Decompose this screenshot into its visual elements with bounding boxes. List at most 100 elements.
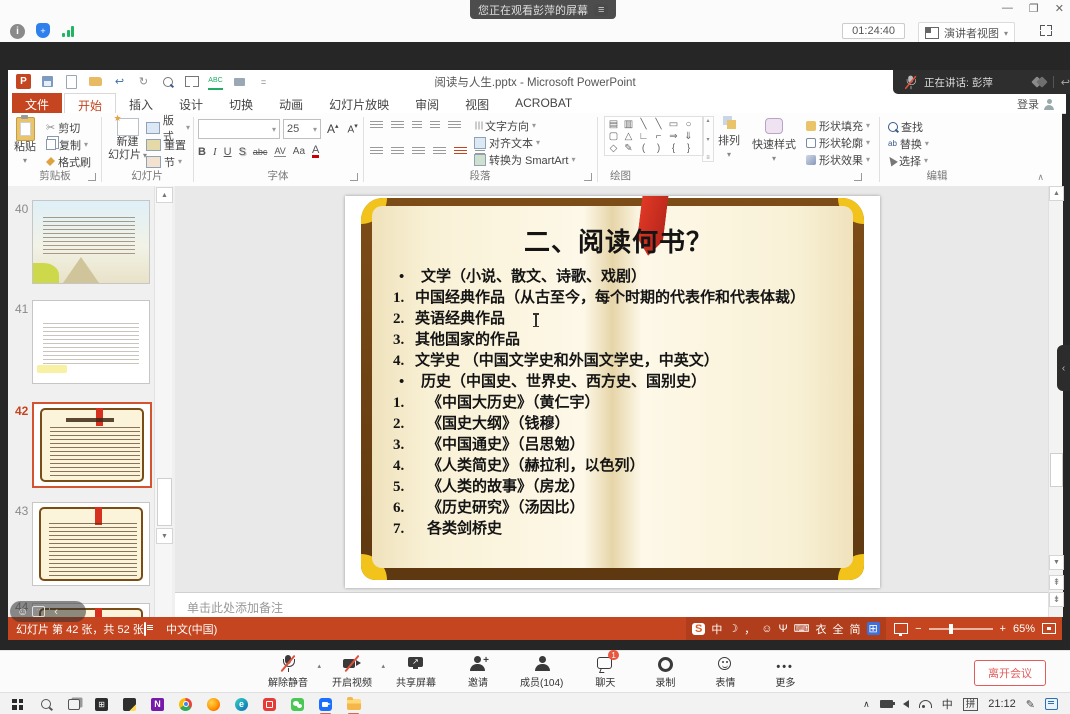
align-left-button[interactable]	[370, 147, 383, 156]
start-button[interactable]	[10, 697, 25, 712]
meeting-info-icon[interactable]: i	[10, 24, 25, 39]
replace-button[interactable]: ab替换▾	[888, 135, 929, 152]
floating-reaction-bar[interactable]: ☺ ·· ‹	[10, 601, 86, 622]
italic-button[interactable]: I	[213, 146, 217, 158]
shape-effects-button[interactable]: 形状效果▾	[806, 151, 870, 168]
scroll-up-button[interactable]: ▲	[1049, 186, 1064, 201]
change-case-button[interactable]: Aa	[293, 146, 305, 157]
grow-font-button[interactable]: A▴	[324, 122, 342, 136]
font-size-combo[interactable]: 25▾	[283, 119, 321, 139]
text-shadow-button[interactable]: S	[239, 146, 246, 158]
speaker-icon[interactable]	[903, 700, 909, 708]
shapes-scroll-down[interactable]: ▾	[706, 136, 709, 143]
thumb-scroll-thumb[interactable]	[157, 478, 172, 526]
shape-cell[interactable]: ╲	[636, 118, 651, 130]
tray-ime-icon[interactable]: 拼	[963, 698, 979, 711]
file-explorer-icon[interactable]	[346, 697, 361, 712]
tab-animations[interactable]: 动画	[266, 93, 316, 113]
tray-expand-icon[interactable]: ∧	[863, 699, 870, 710]
shape-cell[interactable]: △	[621, 130, 636, 142]
tab-home[interactable]: 开始	[64, 93, 116, 114]
thumb-scroll-up[interactable]: ▲	[156, 187, 173, 203]
thumbnail-scrollbar[interactable]: ▲ ▼	[154, 186, 172, 617]
sign-in[interactable]: 登录	[1017, 96, 1054, 112]
new-slide-button[interactable]: 新建 幻灯片▾	[108, 118, 147, 162]
start-video-button[interactable]: 开启视频 ▴	[332, 655, 372, 689]
reaction-emoji-icon[interactable]: ☺	[17, 606, 28, 618]
bullets-button[interactable]	[370, 121, 383, 130]
arrange-button[interactable]: 排列 ▾	[718, 115, 740, 161]
battery-icon[interactable]	[880, 700, 893, 708]
copy-button[interactable]: 复制▾	[46, 136, 91, 153]
smartart-button[interactable]: 转换为 SmartArt▾	[474, 151, 575, 168]
tray-language[interactable]: 中	[942, 696, 953, 712]
tab-design[interactable]: 设计	[166, 93, 216, 113]
tab-transitions[interactable]: 切换	[216, 93, 266, 113]
reactions-button[interactable]: 表情	[707, 655, 743, 689]
tab-review[interactable]: 审阅	[402, 93, 452, 113]
slideshow-view-icon[interactable]	[894, 623, 908, 634]
store-icon[interactable]: ⊞	[94, 697, 109, 712]
wifi-icon[interactable]	[919, 700, 932, 708]
language-status[interactable]: 中文(中国)	[166, 621, 217, 637]
shape-cell[interactable]: }	[681, 142, 696, 154]
thumb-scroll-down[interactable]: ▼	[156, 528, 173, 544]
paragraph-dialog-launcher[interactable]	[584, 173, 592, 181]
layout-button[interactable]: 版式▾	[146, 119, 190, 136]
align-center-button[interactable]	[391, 147, 404, 156]
ime-voice-icon[interactable]: Ψ	[778, 623, 787, 635]
shapes-scroll-up[interactable]: ▴	[706, 117, 709, 124]
font-color-button[interactable]: A	[312, 145, 319, 158]
share-screen-button[interactable]: ↗ 共享屏幕	[396, 655, 436, 689]
collapse-ribbon-icon[interactable]: ∧	[1037, 172, 1044, 183]
shape-cell[interactable]: ⌐	[651, 130, 666, 142]
current-slide[interactable]: 二、阅读何书？ •文学（小说、散文、诗歌、戏剧） 1.中国经典作品（从古至今，每…	[345, 196, 880, 588]
shape-fill-button[interactable]: 形状填充▾	[806, 117, 870, 134]
slide-thumbnail-41[interactable]	[32, 300, 150, 384]
reply-arrow-icon[interactable]: ↩	[1061, 76, 1070, 89]
distribute-button[interactable]	[454, 147, 467, 156]
network-signal-icon[interactable]	[62, 25, 74, 37]
tab-insert[interactable]: 插入	[116, 93, 166, 113]
leave-meeting-button[interactable]: 离开会议	[974, 660, 1046, 686]
pill-collapse-icon[interactable]: ‹	[54, 606, 58, 618]
view-mode-button[interactable]: 演讲者视图 ▾	[918, 22, 1015, 44]
members-button[interactable]: 成员(104)	[520, 655, 563, 689]
zoom-in-icon[interactable]: +	[1000, 623, 1006, 635]
task-view-icon[interactable]	[66, 697, 81, 712]
tencent-meeting-icon[interactable]	[318, 697, 333, 712]
minimize-icon[interactable]: —	[1002, 2, 1013, 15]
onenote-icon[interactable]: N	[150, 697, 165, 712]
align-text-button[interactable]: 对齐文本▾	[474, 134, 575, 151]
numbering-button[interactable]	[391, 121, 404, 130]
shape-cell[interactable]: (	[636, 142, 651, 154]
shape-cell[interactable]: ▥	[621, 118, 636, 130]
fit-to-window-icon[interactable]	[1042, 623, 1056, 634]
ime-toolbox-icon[interactable]: ⊞	[867, 622, 880, 635]
tab-view[interactable]: 视图	[452, 93, 502, 113]
next-slide-button[interactable]: ⇟	[1049, 592, 1064, 607]
underline-button[interactable]: U	[224, 146, 232, 158]
font-dialog-launcher[interactable]	[350, 173, 358, 181]
shape-cell[interactable]: ⇓	[681, 130, 696, 142]
ime-keyboard-icon[interactable]: ⌨	[794, 622, 810, 635]
shape-cell[interactable]: {	[666, 142, 681, 154]
shape-outline-button[interactable]: 形状轮廓▾	[806, 134, 870, 151]
quick-styles-button[interactable]: 快速样式 ▾	[752, 115, 796, 165]
reaction-chat-icon[interactable]: ··	[32, 606, 45, 617]
font-name-combo[interactable]: ▾	[198, 119, 280, 139]
search-icon[interactable]	[38, 697, 53, 712]
edge-icon[interactable]: e	[234, 697, 249, 712]
notification-center-icon[interactable]	[1045, 698, 1058, 710]
cut-button[interactable]: ✂剪切	[46, 119, 91, 136]
shape-cell[interactable]: ⇒	[666, 130, 681, 142]
paste-button[interactable]: 粘贴 ▾	[14, 117, 36, 167]
find-button[interactable]: 查找	[888, 118, 929, 135]
sticky-notes-icon[interactable]	[122, 697, 137, 712]
increase-indent-button[interactable]	[430, 121, 440, 130]
shape-cell[interactable]: ◇	[606, 142, 621, 154]
chrome-icon[interactable]	[178, 697, 193, 712]
tab-slideshow[interactable]: 幻灯片放映	[316, 93, 402, 113]
video-options-arrow[interactable]: ▴	[381, 662, 385, 670]
invite-button[interactable]: + 邀请	[460, 655, 496, 689]
